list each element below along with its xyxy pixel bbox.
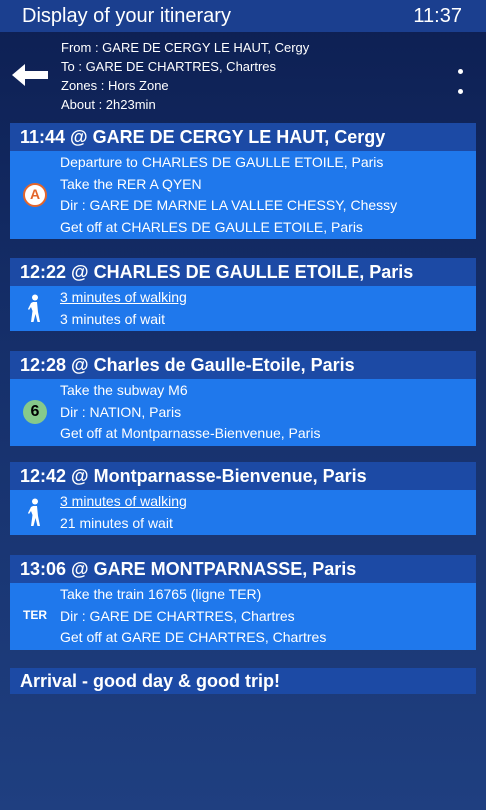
walking-icon (10, 490, 60, 535)
step-line: Take the subway M6 (60, 382, 188, 398)
step-line: Dir : GARE DE MARNE LA VALLEE CHESSY, Ch… (60, 197, 398, 213)
step-line: Dir : GARE DE CHARTRES, Chartres (60, 607, 295, 624)
step-line: Take the RER A QYEN (60, 175, 202, 192)
step-line: Get off at CHARLES DE GAULLE ETOILE, Par… (60, 218, 363, 235)
step-details: 3 minutes of walking 21 minutes of wait (10, 490, 476, 535)
status-bar: Display of your itinerary 11:37 (0, 0, 486, 32)
step-details: TER Take the train 16765 (ligne TER) Dir… (10, 583, 476, 650)
walking-icon (10, 286, 60, 331)
step-line: Take the train 16765 (ligne TER) (60, 586, 262, 602)
step-header: 11:44 @ GARE DE CERGY LE HAUT, Cergy (10, 123, 476, 151)
itinerary-step: 11:44 @ GARE DE CERGY LE HAUT, Cergy A D… (10, 123, 476, 239)
step-line: Get off at Montparnasse-Bienvenue, Paris (60, 425, 321, 441)
itinerary-step: 12:28 @ Charles de Gaulle-Etoile, Paris … (10, 351, 476, 446)
page-title: Display of your itinerary (22, 4, 231, 27)
from-line: From : GARE DE CERGY LE HAUT, Cergy (61, 40, 310, 55)
back-arrow-icon[interactable] (12, 63, 48, 87)
step-line: Departure to CHARLES DE GAULLE ETOILE, P… (60, 154, 384, 170)
ter-train-icon: TER (23, 608, 47, 623)
step-header: 12:28 @ Charles de Gaulle-Etoile, Paris (10, 351, 476, 379)
step-header: 13:06 @ GARE MONTPARNASSE, Paris (10, 555, 476, 583)
to-line: To : GARE DE CHARTRES, Chartres (61, 59, 277, 74)
step-details: 6 Take the subway M6 Dir : NATION, Paris… (10, 379, 476, 446)
step-header: 12:42 @ Montparnasse-Bienvenue, Paris (10, 462, 476, 490)
walking-link[interactable]: 3 minutes of walking (60, 287, 476, 309)
step-line: Get off at GARE DE CHARTRES, Chartres (60, 629, 327, 645)
step-line: Dir : NATION, Paris (60, 403, 182, 420)
itinerary-step: 12:42 @ Montparnasse-Bienvenue, Paris 3 … (10, 462, 476, 535)
more-options-icon[interactable] (458, 69, 464, 109)
walking-link[interactable]: 3 minutes of walking (60, 491, 476, 513)
rer-a-icon: A (23, 183, 47, 207)
arrival-banner: Arrival - good day & good trip! (10, 668, 476, 694)
step-details: 3 minutes of walking 3 minutes of wait (10, 286, 476, 331)
clock: 11:37 (413, 4, 462, 27)
step-line: 21 minutes of wait (60, 514, 173, 531)
itinerary-summary: From : GARE DE CERGY LE HAUT, Cergy To :… (0, 32, 486, 118)
itinerary-step: 12:22 @ CHARLES DE GAULLE ETOILE, Paris … (10, 258, 476, 331)
duration-line: About : 2h23min (61, 97, 156, 112)
summary-text: From : GARE DE CERGY LE HAUT, Cergy To :… (61, 38, 309, 114)
zones-line: Zones : Hors Zone (61, 78, 169, 93)
step-line: 3 minutes of wait (60, 310, 166, 327)
itinerary-step: 13:06 @ GARE MONTPARNASSE, Paris TER Tak… (10, 555, 476, 650)
metro-6-icon: 6 (23, 400, 47, 424)
step-header: 12:22 @ CHARLES DE GAULLE ETOILE, Paris (10, 258, 476, 286)
step-details: A Departure to CHARLES DE GAULLE ETOILE,… (10, 151, 476, 239)
